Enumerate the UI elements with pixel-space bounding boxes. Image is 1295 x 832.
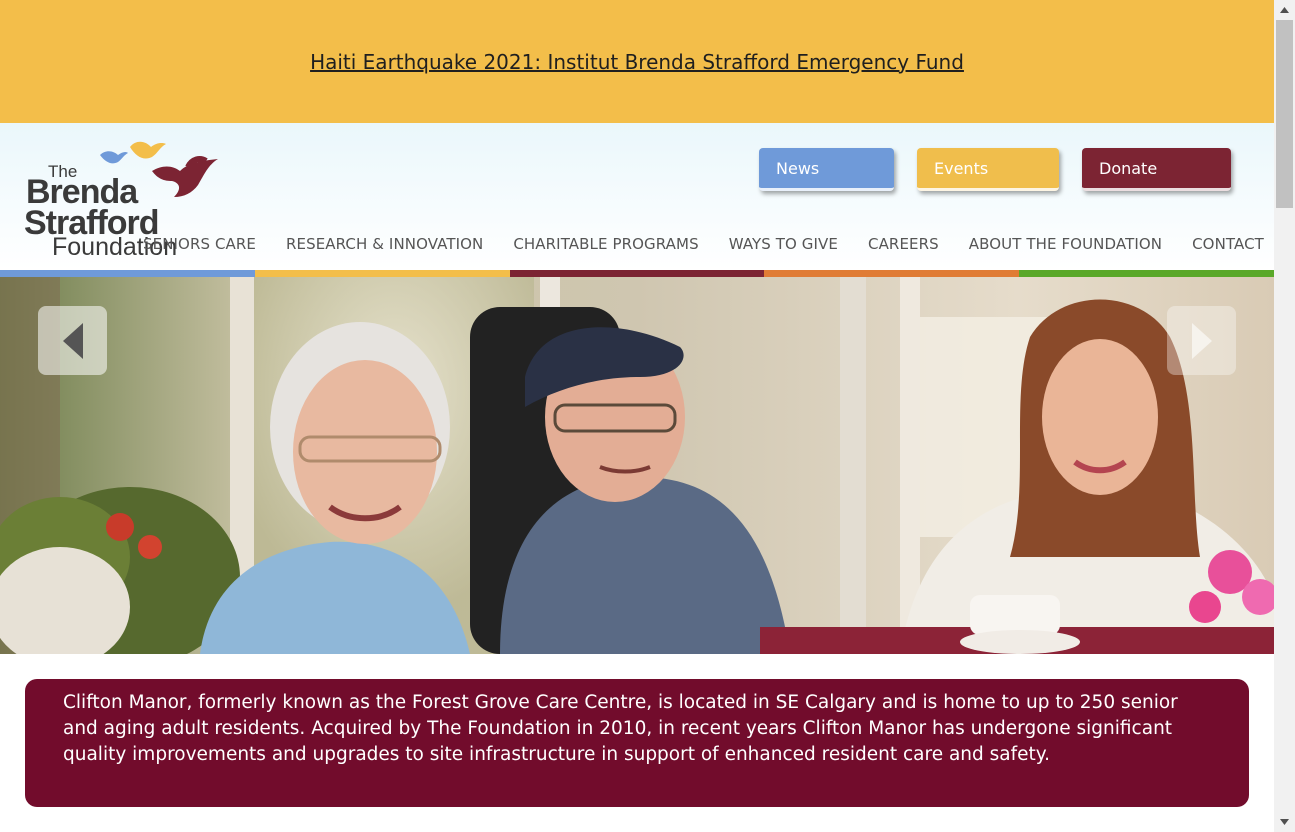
nav-item-research-innovation[interactable]: RESEARCH & INNOVATION — [286, 235, 483, 253]
vertical-scrollbar[interactable] — [1274, 0, 1295, 832]
nav-item-contact[interactable]: CONTACT — [1192, 235, 1264, 253]
strip-blue — [0, 270, 255, 277]
scroll-up-button[interactable] — [1274, 0, 1295, 20]
hero-caption: Clifton Manor, formerly known as the For… — [25, 679, 1249, 807]
alert-banner: Haiti Earthquake 2021: Institut Brenda S… — [0, 0, 1274, 123]
main-nav: SENIORS CARE RESEARCH & INNOVATION CHARI… — [143, 235, 1264, 253]
slider-prev-button[interactable] — [38, 306, 107, 375]
page: Haiti Earthquake 2021: Institut Brenda S… — [0, 0, 1274, 832]
news-button[interactable]: News — [759, 148, 894, 191]
events-button[interactable]: Events — [917, 148, 1059, 191]
hero-slider[interactable] — [0, 277, 1274, 654]
nav-item-about[interactable]: ABOUT THE FOUNDATION — [969, 235, 1162, 253]
triangle-right-icon — [1191, 322, 1212, 359]
color-strip — [0, 270, 1274, 277]
hero-photo — [0, 277, 1274, 654]
nav-item-charitable-programs[interactable]: CHARITABLE PROGRAMS — [513, 235, 698, 253]
chevron-up-icon — [1280, 7, 1289, 13]
chevron-down-icon — [1280, 819, 1289, 825]
scrollbar-thumb[interactable] — [1276, 20, 1293, 208]
scroll-down-button[interactable] — [1274, 812, 1295, 832]
triangle-left-icon — [62, 322, 83, 359]
strip-maroon — [509, 270, 765, 277]
slider-next-button[interactable] — [1167, 306, 1236, 375]
donate-button[interactable]: Donate — [1082, 148, 1231, 191]
strip-orange — [764, 270, 1020, 277]
strip-green — [1019, 270, 1274, 277]
caption-text: Clifton Manor, formerly known as the For… — [63, 692, 1178, 765]
nav-item-ways-to-give[interactable]: WAYS TO GIVE — [729, 235, 838, 253]
nav-item-seniors-care[interactable]: SENIORS CARE — [143, 235, 256, 253]
site-header: The Brenda Strafford Foundation News Eve… — [0, 123, 1274, 270]
strip-yellow — [254, 270, 510, 277]
alert-link[interactable]: Haiti Earthquake 2021: Institut Brenda S… — [310, 50, 964, 74]
nav-item-careers[interactable]: CAREERS — [868, 235, 939, 253]
